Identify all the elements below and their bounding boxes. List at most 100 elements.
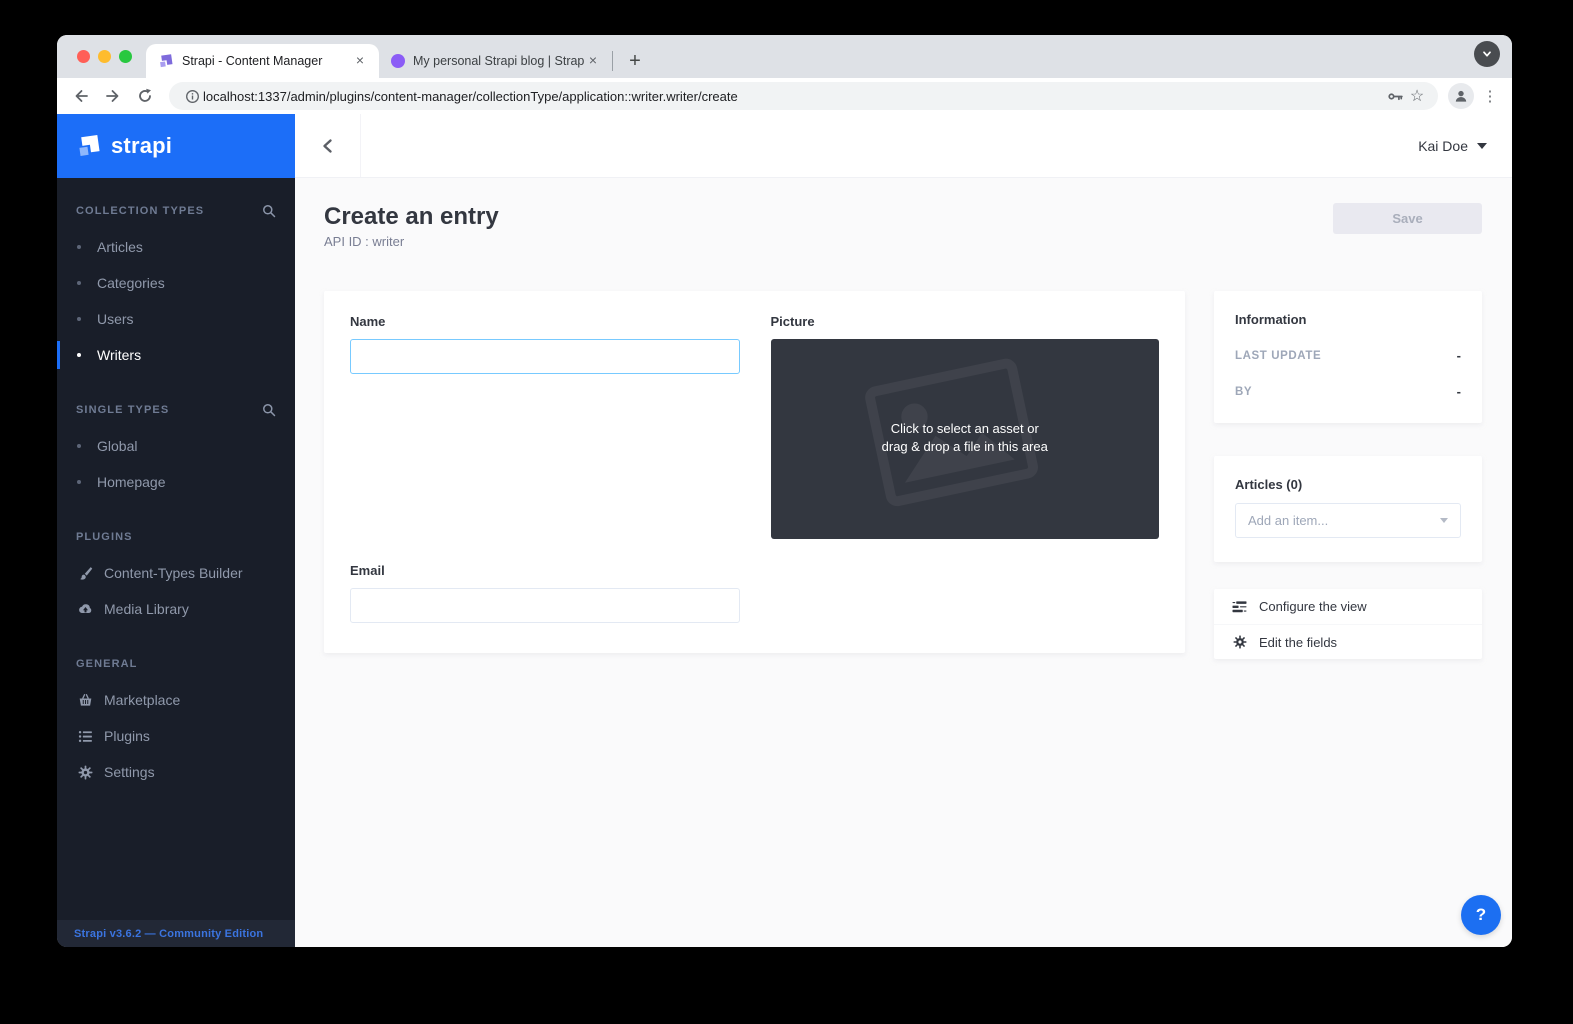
edit-fields-link[interactable]: Edit the fields bbox=[1214, 624, 1482, 659]
section-single-types: SINGLE TYPES Global Homepage bbox=[57, 400, 295, 500]
section-label: PLUGINS bbox=[76, 531, 133, 543]
sidebar-item-label: Content-Types Builder bbox=[104, 565, 243, 581]
sidebar-item-global[interactable]: Global bbox=[57, 428, 295, 464]
go-back-button[interactable] bbox=[295, 114, 361, 177]
sidebar-item-plugins[interactable]: Plugins bbox=[57, 718, 295, 754]
brush-icon bbox=[77, 565, 93, 581]
maximize-window-button[interactable] bbox=[119, 50, 132, 63]
form-layout: Name Email Picture bbox=[324, 291, 1482, 659]
strapi-logo-header[interactable]: strapi bbox=[57, 114, 295, 178]
search-icon[interactable] bbox=[262, 403, 276, 417]
desktop-background: Strapi - Content Manager × My personal S… bbox=[0, 0, 1573, 1024]
user-menu[interactable]: Kai Doe bbox=[1418, 138, 1512, 154]
information-title: Information bbox=[1235, 312, 1461, 327]
tab-strapi-blog[interactable]: My personal Strapi blog | Strap × bbox=[379, 44, 612, 78]
sidebar-item-articles[interactable]: Articles bbox=[57, 229, 295, 265]
browser-menu-icon[interactable]: ⋮ bbox=[1478, 87, 1502, 105]
section-label: SINGLE TYPES bbox=[76, 404, 169, 416]
tab-strip: Strapi - Content Manager × My personal S… bbox=[57, 35, 1512, 78]
page-info-icon[interactable] bbox=[181, 85, 203, 107]
info-row-last-update: LAST UPDATE - bbox=[1235, 348, 1461, 363]
email-field-group: Email bbox=[350, 563, 740, 623]
sidebar-item-users[interactable]: Users bbox=[57, 301, 295, 337]
entry-form-card: Name Email Picture bbox=[324, 291, 1185, 653]
basket-icon bbox=[77, 692, 93, 708]
link-label: Edit the fields bbox=[1259, 635, 1337, 650]
tab-close-icon[interactable]: × bbox=[351, 52, 369, 70]
layout-sliders-icon bbox=[1232, 599, 1247, 614]
save-button[interactable]: Save bbox=[1333, 203, 1482, 234]
dropzone-hint: Click to select an asset or drag & drop … bbox=[771, 420, 1160, 456]
tab-strapi-content-manager[interactable]: Strapi - Content Manager × bbox=[146, 44, 379, 78]
information-panel: Information LAST UPDATE - BY - bbox=[1214, 291, 1482, 423]
dropzone-hint-line2: drag & drop a file in this area bbox=[771, 438, 1160, 456]
cloud-upload-icon bbox=[77, 601, 93, 617]
info-row-value: - bbox=[1457, 348, 1461, 363]
tab-close-icon[interactable]: × bbox=[584, 52, 602, 70]
user-name: Kai Doe bbox=[1418, 138, 1468, 154]
add-article-select[interactable]: Add an item... bbox=[1235, 503, 1461, 538]
sidebar-item-categories[interactable]: Categories bbox=[57, 265, 295, 301]
sidebar-item-writers[interactable]: Writers bbox=[57, 337, 295, 373]
tab-title: Strapi - Content Manager bbox=[182, 54, 351, 68]
sidebar-footer: Strapi v3.6.2 — Community Edition bbox=[57, 920, 295, 947]
strapi-wordmark: strapi bbox=[111, 133, 172, 159]
sidebar-item-label: Writers bbox=[97, 347, 141, 363]
gear-icon bbox=[77, 764, 93, 780]
sidebar-item-homepage[interactable]: Homepage bbox=[57, 464, 295, 500]
sidebar-item-label: Homepage bbox=[97, 474, 166, 490]
admin-topbar: Kai Doe bbox=[295, 114, 1512, 178]
sidebar-item-settings[interactable]: Settings bbox=[57, 754, 295, 790]
section-general: GENERAL Marketplace Plugins bbox=[57, 654, 295, 790]
person-icon bbox=[1453, 88, 1469, 104]
sidebar-item-label: Marketplace bbox=[104, 692, 180, 708]
right-panel: Information LAST UPDATE - BY - bbox=[1214, 291, 1482, 659]
info-row-label: LAST UPDATE bbox=[1235, 350, 1321, 362]
left-menu-nav: COLLECTION TYPES Articles Categories Use… bbox=[57, 178, 295, 947]
bookmark-star-icon[interactable]: ☆ bbox=[1406, 85, 1428, 107]
link-label: Configure the view bbox=[1259, 599, 1367, 614]
page-title: Create an entry bbox=[324, 203, 1482, 231]
section-label: COLLECTION TYPES bbox=[76, 205, 204, 217]
name-label: Name bbox=[350, 314, 740, 329]
left-menu: strapi COLLECTION TYPES Articles Categor… bbox=[57, 114, 295, 947]
close-window-button[interactable] bbox=[77, 50, 90, 63]
email-label: Email bbox=[350, 563, 740, 578]
configure-view-link[interactable]: Configure the view bbox=[1214, 589, 1482, 624]
name-input[interactable] bbox=[350, 339, 740, 374]
bullet-icon bbox=[77, 444, 81, 448]
forward-button[interactable] bbox=[99, 82, 127, 110]
reload-button[interactable] bbox=[131, 82, 159, 110]
sidebar-item-media-library[interactable]: Media Library bbox=[57, 591, 295, 627]
window-controls bbox=[57, 35, 146, 78]
email-input[interactable] bbox=[350, 588, 740, 623]
sidebar-item-label: Articles bbox=[97, 239, 143, 255]
browser-profile-avatar[interactable] bbox=[1448, 83, 1474, 109]
sidebar-item-marketplace[interactable]: Marketplace bbox=[57, 682, 295, 718]
password-key-icon[interactable] bbox=[1384, 85, 1406, 107]
back-button[interactable] bbox=[67, 82, 95, 110]
section-label: GENERAL bbox=[76, 658, 137, 670]
section-collection-types: COLLECTION TYPES Articles Categories Use… bbox=[57, 201, 295, 373]
browser-window: Strapi - Content Manager × My personal S… bbox=[57, 35, 1512, 947]
bullet-icon bbox=[77, 245, 81, 249]
sidebar-item-label: Global bbox=[97, 438, 137, 454]
articles-title: Articles (0) bbox=[1235, 477, 1461, 492]
new-tab-button[interactable]: + bbox=[621, 47, 649, 75]
chevron-down-icon bbox=[1440, 518, 1448, 523]
chevron-down-icon bbox=[1477, 143, 1487, 149]
strapi-version-link[interactable]: Strapi v3.6.2 — Community Edition bbox=[74, 928, 263, 940]
bullet-icon bbox=[77, 480, 81, 484]
bullet-icon bbox=[77, 281, 81, 285]
info-row-label: BY bbox=[1235, 386, 1252, 398]
picture-dropzone[interactable]: Click to select an asset or drag & drop … bbox=[771, 339, 1160, 539]
url-bar[interactable]: localhost:1337/admin/plugins/content-man… bbox=[169, 82, 1438, 110]
chevron-left-icon bbox=[321, 138, 335, 154]
search-icon[interactable] bbox=[262, 204, 276, 218]
search-tabs-button[interactable] bbox=[1474, 41, 1500, 67]
sidebar-item-content-types-builder[interactable]: Content-Types Builder bbox=[57, 555, 295, 591]
help-button[interactable]: ? bbox=[1461, 895, 1501, 935]
list-icon bbox=[77, 728, 93, 744]
minimize-window-button[interactable] bbox=[98, 50, 111, 63]
name-field-group: Name bbox=[350, 314, 740, 374]
